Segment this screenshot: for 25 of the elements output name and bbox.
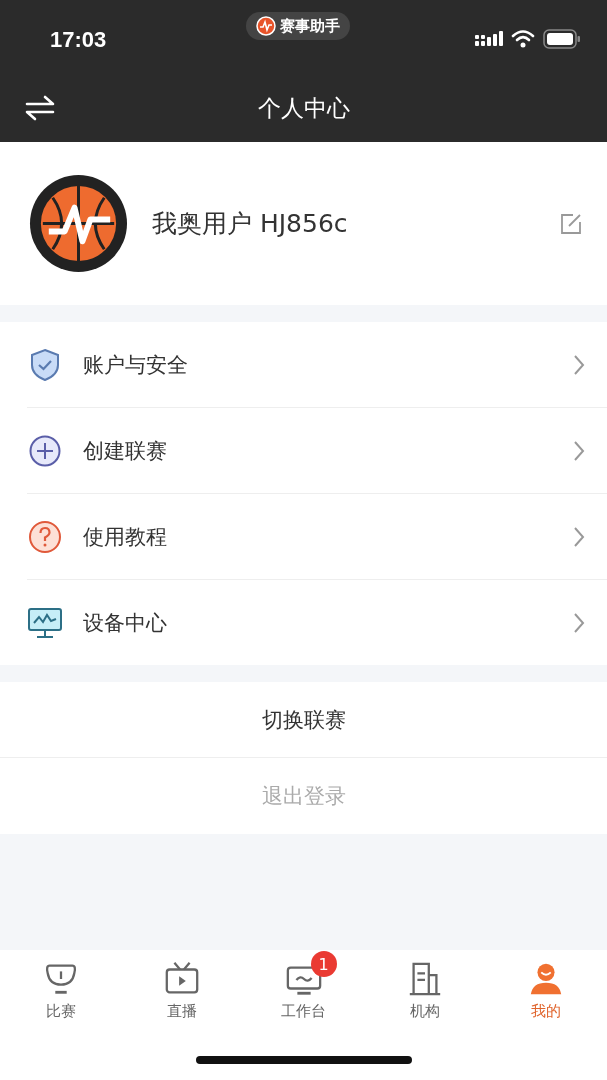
chevron-icon: [573, 439, 585, 462]
wifi-icon: [511, 29, 535, 48]
menu-item[interactable]: 设备中心: [27, 580, 607, 665]
menu-item[interactable]: 创建联赛: [27, 408, 607, 494]
signal-icon: [475, 30, 503, 47]
chevron-icon: [573, 353, 585, 376]
tab-item[interactable]: 比赛: [0, 950, 122, 1040]
tab-item[interactable]: 直播: [121, 950, 243, 1040]
user-name: 我奥用户 HJ856c: [152, 208, 348, 240]
page-title: 个人中心: [257, 94, 350, 123]
question-icon: [27, 518, 63, 555]
menu-item[interactable]: 使用教程: [27, 494, 607, 580]
tab-item[interactable]: 1 工作台: [242, 950, 365, 1040]
chevron-icon: [573, 611, 585, 634]
edit-icon[interactable]: [559, 211, 583, 236]
notification-badge: 1: [310, 951, 337, 977]
battery-icon: [543, 28, 581, 49]
tab-item[interactable]: 我的: [485, 950, 607, 1040]
chevron-icon: [573, 525, 585, 548]
status-time: 17:03: [50, 26, 107, 53]
app-pill: 赛事助手: [246, 12, 350, 40]
tab-item[interactable]: 机构: [364, 950, 486, 1040]
menu-item[interactable]: 账户与安全: [27, 322, 607, 408]
swap-icon[interactable]: [25, 95, 55, 121]
basketball-icon: [256, 16, 276, 36]
